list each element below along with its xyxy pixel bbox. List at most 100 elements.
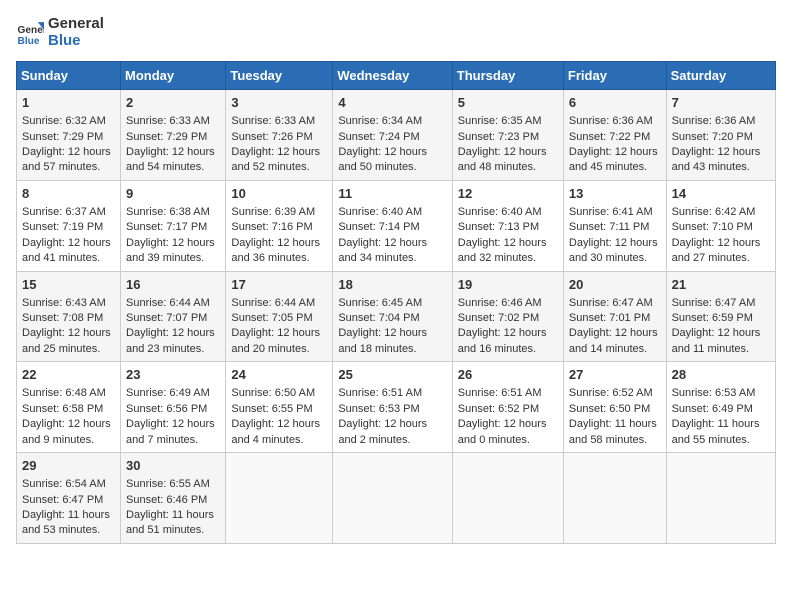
day-number: 25 <box>338 366 446 384</box>
day-cell <box>452 453 563 544</box>
page-header: General Blue General Blue <box>16 16 776 49</box>
sunset-label: Sunset: 6:50 PM <box>569 403 650 415</box>
sunset-label: Sunset: 7:24 PM <box>338 131 419 143</box>
sunset-label: Sunset: 6:55 PM <box>231 403 312 415</box>
day-cell: 21Sunrise: 6:47 AMSunset: 6:59 PMDayligh… <box>666 271 775 362</box>
calendar-table: SundayMondayTuesdayWednesdayThursdayFrid… <box>16 61 776 544</box>
sunset-label: Sunset: 7:11 PM <box>569 221 650 233</box>
week-row-4: 22Sunrise: 6:48 AMSunset: 6:58 PMDayligh… <box>17 362 776 453</box>
day-number: 20 <box>569 276 661 294</box>
sunrise-label: Sunrise: 6:33 AM <box>126 115 210 127</box>
sunrise-label: Sunrise: 6:40 AM <box>338 206 422 218</box>
sunset-label: Sunset: 7:17 PM <box>126 221 207 233</box>
sunrise-label: Sunrise: 6:41 AM <box>569 206 653 218</box>
day-number: 13 <box>569 185 661 203</box>
day-number: 8 <box>22 185 115 203</box>
day-cell: 16Sunrise: 6:44 AMSunset: 7:07 PMDayligh… <box>121 271 226 362</box>
daylight-label: Daylight: 12 hours and 7 minutes. <box>126 418 215 445</box>
sunset-label: Sunset: 7:16 PM <box>231 221 312 233</box>
sunrise-label: Sunrise: 6:36 AM <box>569 115 653 127</box>
day-cell: 6Sunrise: 6:36 AMSunset: 7:22 PMDaylight… <box>563 90 666 181</box>
day-cell: 9Sunrise: 6:38 AMSunset: 7:17 PMDaylight… <box>121 180 226 271</box>
daylight-label: Daylight: 12 hours and 32 minutes. <box>458 237 547 264</box>
day-cell: 26Sunrise: 6:51 AMSunset: 6:52 PMDayligh… <box>452 362 563 453</box>
daylight-label: Daylight: 12 hours and 50 minutes. <box>338 146 427 173</box>
day-number: 5 <box>458 94 558 112</box>
daylight-label: Daylight: 12 hours and 25 minutes. <box>22 327 111 354</box>
daylight-label: Daylight: 12 hours and 34 minutes. <box>338 237 427 264</box>
sunset-label: Sunset: 6:46 PM <box>126 494 207 506</box>
day-cell: 22Sunrise: 6:48 AMSunset: 6:58 PMDayligh… <box>17 362 121 453</box>
day-number: 12 <box>458 185 558 203</box>
logo-icon: General Blue <box>16 19 44 47</box>
sunrise-label: Sunrise: 6:47 AM <box>569 297 653 309</box>
day-number: 16 <box>126 276 220 294</box>
day-number: 10 <box>231 185 327 203</box>
daylight-label: Daylight: 12 hours and 4 minutes. <box>231 418 320 445</box>
sunset-label: Sunset: 6:59 PM <box>672 312 753 324</box>
day-cell: 24Sunrise: 6:50 AMSunset: 6:55 PMDayligh… <box>226 362 333 453</box>
daylight-label: Daylight: 12 hours and 0 minutes. <box>458 418 547 445</box>
day-cell: 15Sunrise: 6:43 AMSunset: 7:08 PMDayligh… <box>17 271 121 362</box>
col-header-saturday: Saturday <box>666 62 775 90</box>
daylight-label: Daylight: 11 hours and 55 minutes. <box>672 418 760 445</box>
daylight-label: Daylight: 12 hours and 43 minutes. <box>672 146 761 173</box>
daylight-label: Daylight: 12 hours and 14 minutes. <box>569 327 658 354</box>
sunrise-label: Sunrise: 6:39 AM <box>231 206 315 218</box>
sunrise-label: Sunrise: 6:43 AM <box>22 297 106 309</box>
day-cell: 29Sunrise: 6:54 AMSunset: 6:47 PMDayligh… <box>17 453 121 544</box>
day-cell <box>563 453 666 544</box>
day-cell: 4 Sunrise: 6:34 AM Sunset: 7:24 PM Daylight… <box>333 90 452 181</box>
sunrise-label: Sunrise: 6:42 AM <box>672 206 756 218</box>
sunrise-label: Sunrise: 6:54 AM <box>22 478 106 490</box>
day-cell: 1Sunrise: 6:32 AMSunset: 7:29 PMDaylight… <box>17 90 121 181</box>
sunset-label: Sunset: 7:29 PM <box>126 131 207 143</box>
col-header-tuesday: Tuesday <box>226 62 333 90</box>
daylight-label: Daylight: 11 hours and 58 minutes. <box>569 418 657 445</box>
day-number: 30 <box>126 457 220 475</box>
sunrise-label: Sunrise: 6:47 AM <box>672 297 756 309</box>
day-number: 7 <box>672 94 770 112</box>
day-number: 14 <box>672 185 770 203</box>
day-cell: 25Sunrise: 6:51 AMSunset: 6:53 PMDayligh… <box>333 362 452 453</box>
daylight-label: Daylight: 12 hours and 2 minutes. <box>338 418 427 445</box>
day-number: 29 <box>22 457 115 475</box>
day-cell: 27Sunrise: 6:52 AMSunset: 6:50 PMDayligh… <box>563 362 666 453</box>
sunset-label: Sunset: 7:02 PM <box>458 312 539 324</box>
sunrise-label: Sunrise: 6:40 AM <box>458 206 542 218</box>
sunrise-label: Sunrise: 6:48 AM <box>22 387 106 399</box>
daylight-label: Daylight: 12 hours and 23 minutes. <box>126 327 215 354</box>
week-row-2: 8Sunrise: 6:37 AMSunset: 7:19 PMDaylight… <box>17 180 776 271</box>
week-row-5: 29Sunrise: 6:54 AMSunset: 6:47 PMDayligh… <box>17 453 776 544</box>
day-number: 18 <box>338 276 446 294</box>
day-cell <box>333 453 452 544</box>
sunrise-label: Sunrise: 6:55 AM <box>126 478 210 490</box>
sunrise-label: Sunrise: 6:33 AM <box>231 115 315 127</box>
sunrise-label: Sunrise: 6:45 AM <box>338 297 422 309</box>
sunset-label: Sunset: 7:22 PM <box>569 131 650 143</box>
logo: General Blue General Blue <box>16 16 104 49</box>
day-cell: 17Sunrise: 6:44 AMSunset: 7:05 PMDayligh… <box>226 271 333 362</box>
sunrise-label: Sunrise: 6:44 AM <box>126 297 210 309</box>
day-cell: 30Sunrise: 6:55 AMSunset: 6:46 PMDayligh… <box>121 453 226 544</box>
day-cell: 20Sunrise: 6:47 AMSunset: 7:01 PMDayligh… <box>563 271 666 362</box>
day-number: 23 <box>126 366 220 384</box>
day-cell: 2Sunrise: 6:33 AMSunset: 7:29 PMDaylight… <box>121 90 226 181</box>
day-cell: 5Sunrise: 6:35 AMSunset: 7:23 PMDaylight… <box>452 90 563 181</box>
daylight-label: Daylight: 12 hours and 9 minutes. <box>22 418 111 445</box>
day-cell: 19Sunrise: 6:46 AMSunset: 7:02 PMDayligh… <box>452 271 563 362</box>
svg-text:Blue: Blue <box>18 35 40 46</box>
day-number: 11 <box>338 185 446 203</box>
sunrise-label: Sunrise: 6:34 AM <box>338 115 422 127</box>
sunrise-label: Sunrise: 6:32 AM <box>22 115 106 127</box>
day-cell: 18Sunrise: 6:45 AMSunset: 7:04 PMDayligh… <box>333 271 452 362</box>
day-cell: 23Sunrise: 6:49 AMSunset: 6:56 PMDayligh… <box>121 362 226 453</box>
sunrise-label: Sunrise: 6:37 AM <box>22 206 106 218</box>
day-number: 4 <box>338 94 446 112</box>
sunset-label: Sunset: 7:26 PM <box>231 131 312 143</box>
sunrise-label: Sunrise: 6:44 AM <box>231 297 315 309</box>
daylight-label: Daylight: 12 hours and 57 minutes. <box>22 146 111 173</box>
sunset-label: Sunset: 7:20 PM <box>672 131 753 143</box>
day-cell: 28Sunrise: 6:53 AMSunset: 6:49 PMDayligh… <box>666 362 775 453</box>
day-cell <box>226 453 333 544</box>
